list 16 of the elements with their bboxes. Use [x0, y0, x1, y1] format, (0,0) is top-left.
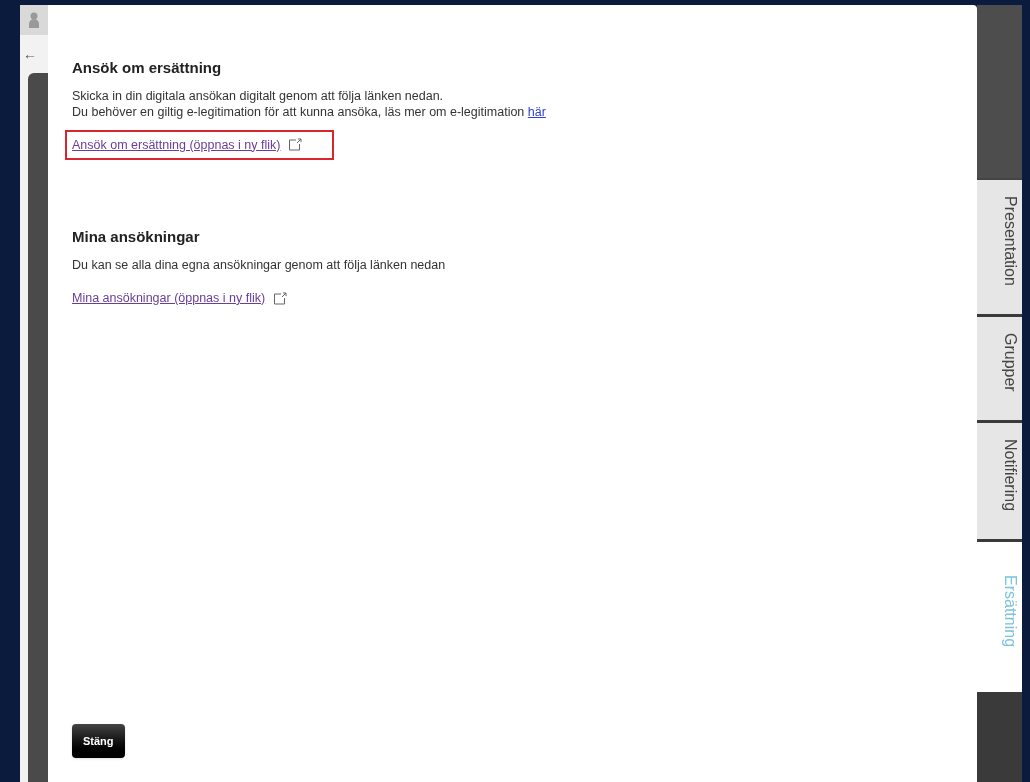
vertical-tab[interactable]: Grupper [977, 316, 1022, 423]
external-link-icon [288, 138, 303, 152]
here-link[interactable]: här [527, 104, 546, 119]
vertical-tab[interactable]: Notifiering [977, 422, 1022, 542]
info-text: Skicka in din digitala ansökan digitalt genom att följa länken nedan. [72, 87, 445, 104]
section-heading: Ansök om ersättning [72, 58, 223, 78]
back-arrow[interactable]: ← [23, 47, 48, 61]
external-link-icon [273, 291, 288, 305]
section-heading: Mina ansökningar [72, 227, 201, 248]
user-icon [29, 12, 39, 28]
external-link[interactable]: Ansök om ersättning (öppnas i ny flik) [72, 135, 281, 155]
external-link[interactable]: Mina ansökningar (öppnas i ny flik) [72, 288, 266, 308]
info-text: Du kan se alla dina egna ansökningar genom att följa länken nedan [72, 256, 447, 273]
info-text: Du behöver en giltig e-legitimation för att kunna ansöka, läs mer om e-legitimation här [72, 103, 547, 120]
vertical-tab[interactable]: Presentation [977, 180, 1022, 317]
close-button[interactable]: Stäng [72, 723, 125, 758]
